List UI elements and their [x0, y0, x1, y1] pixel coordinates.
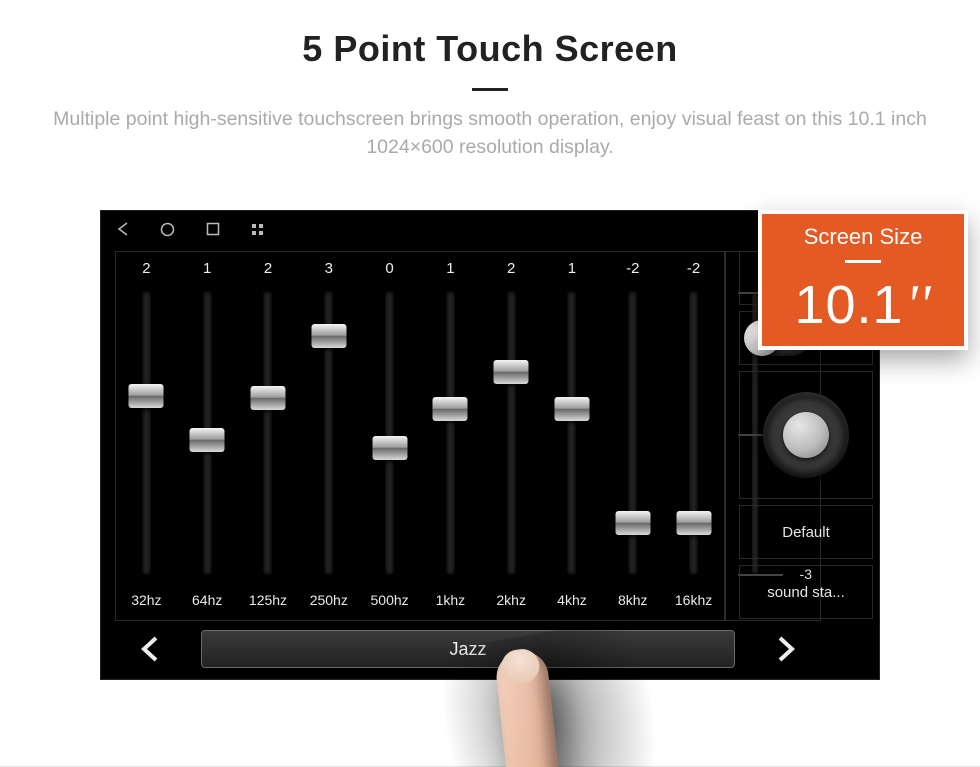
band-slider[interactable]: [325, 292, 332, 574]
band-freq-label: 16khz: [675, 592, 712, 608]
band-value: 1: [203, 260, 211, 277]
band-slider[interactable]: [386, 292, 393, 574]
band-value: 2: [264, 260, 272, 277]
slider-thumb[interactable]: [554, 397, 589, 421]
band-64hz: 1 64hz: [177, 252, 238, 620]
badge-value-row: 10.1'': [794, 273, 931, 337]
band-value: 1: [568, 260, 576, 277]
page-title: 5 Point Touch Screen: [0, 28, 980, 70]
band-value: -2: [687, 260, 700, 277]
badge-label: Screen Size: [804, 224, 923, 250]
band-500hz: 0 500hz: [359, 252, 420, 620]
band-freq-label: 8khz: [618, 592, 648, 608]
equalizer-panel: 2 32hz 1 64hz 2 125hz 3 250hz 0 500hz 1 1khz 2 2khz 1 4…: [115, 251, 725, 621]
band-slider[interactable]: [264, 292, 271, 574]
band-slider[interactable]: [568, 292, 575, 574]
band-freq-label: 32hz: [131, 592, 161, 608]
band-slider[interactable]: [204, 292, 211, 574]
band-32hz: 2 32hz: [116, 252, 177, 620]
band-freq-label: 500hz: [371, 592, 409, 608]
apps-grid-icon[interactable]: [250, 222, 265, 237]
band-slider[interactable]: [143, 292, 150, 574]
band-freq-label: 64hz: [192, 592, 222, 608]
band-value: 0: [385, 260, 393, 277]
band-freq-label: 1khz: [436, 592, 466, 608]
slider-thumb[interactable]: [676, 511, 711, 535]
slider-thumb[interactable]: [190, 428, 225, 452]
recent-square-icon[interactable]: [205, 222, 220, 237]
band-slider[interactable]: [629, 292, 636, 574]
band-16khz: -2 16khz: [663, 252, 724, 620]
badge-value: 10.1: [794, 275, 903, 335]
slider-thumb[interactable]: [372, 436, 407, 460]
preset-row: Jazz: [115, 627, 821, 671]
band-8khz: -2 8khz: [602, 252, 663, 620]
slider-thumb[interactable]: [615, 511, 650, 535]
band-freq-label: 250hz: [310, 592, 348, 608]
band-1khz: 1 1khz: [420, 252, 481, 620]
navbar-left: [115, 222, 265, 237]
band-freq-label: 4khz: [557, 592, 587, 608]
band-4khz: 1 4khz: [542, 252, 603, 620]
band-columns: 2 32hz 1 64hz 2 125hz 3 250hz 0 500hz 1 1khz 2 2khz 1 4…: [116, 252, 724, 620]
back-icon[interactable]: [115, 222, 130, 237]
soundstage-button[interactable]: sound sta...: [739, 565, 873, 619]
band-slider[interactable]: [690, 292, 697, 574]
title-block: 5 Point Touch Screen: [0, 28, 980, 91]
band-2khz: 2 2khz: [481, 252, 542, 620]
default-label: Default: [782, 524, 830, 541]
slider-thumb[interactable]: [129, 384, 164, 408]
slider-thumb[interactable]: [311, 324, 346, 348]
badge-unit: '': [906, 274, 932, 336]
band-250hz: 3 250hz: [298, 252, 359, 620]
badge-divider: [845, 260, 881, 263]
band-value: 2: [142, 260, 150, 277]
title-divider: [472, 88, 508, 91]
band-slider[interactable]: [508, 292, 515, 574]
band-value: 2: [507, 260, 515, 277]
soundstage-label: sound sta...: [767, 584, 845, 601]
slider-thumb[interactable]: [494, 360, 529, 384]
band-freq-label: 2khz: [496, 592, 526, 608]
home-circle-icon[interactable]: [160, 222, 175, 237]
page-subtitle: Multiple point high-sensitive touchscree…: [40, 105, 940, 162]
default-button[interactable]: Default: [739, 505, 873, 559]
band-slider[interactable]: [447, 292, 454, 574]
band-value: 3: [325, 260, 333, 277]
joystick-icon: [763, 392, 849, 478]
preset-prev-button[interactable]: [115, 628, 185, 670]
screen-size-badge: Screen Size 10.1'': [758, 210, 968, 350]
band-freq-label: 125hz: [249, 592, 287, 608]
band-value: 1: [446, 260, 454, 277]
preset-display[interactable]: Jazz: [201, 630, 735, 668]
balance-pad[interactable]: [739, 371, 873, 499]
page-root: 5 Point Touch Screen Multiple point high…: [0, 0, 980, 767]
band-value: -2: [626, 260, 639, 277]
band-125hz: 2 125hz: [238, 252, 299, 620]
slider-thumb[interactable]: [433, 397, 468, 421]
slider-thumb[interactable]: [250, 386, 285, 410]
preset-name: Jazz: [449, 639, 486, 660]
preset-next-button[interactable]: [751, 628, 821, 670]
